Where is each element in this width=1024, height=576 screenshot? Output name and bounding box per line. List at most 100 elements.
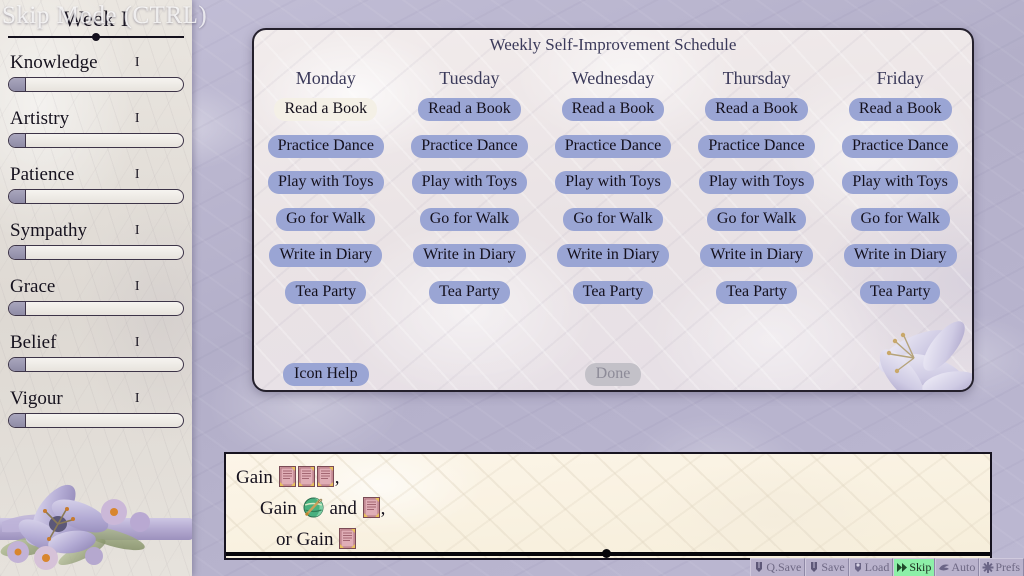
- stat-grace: Grace I: [8, 276, 184, 316]
- activity-button-tuesday-play-with-toys[interactable]: Play with Toys: [411, 171, 528, 194]
- quicksave-icon: [753, 561, 765, 574]
- stat-value: I: [134, 279, 140, 294]
- stat-progress-bar: [8, 413, 184, 428]
- day-header-tuesday: Tuesday: [439, 68, 500, 88]
- book-icon: [278, 466, 296, 487]
- footer-cell-3: [685, 363, 829, 386]
- dialogue-text-run: ,: [380, 498, 386, 519]
- quickmenu-auto-button[interactable]: Auto: [935, 558, 980, 576]
- schedule-panel: Weekly Self-Improvement Schedule Monday T…: [252, 28, 974, 392]
- activity-button-wednesday-write-in-diary[interactable]: Write in Diary: [556, 244, 670, 267]
- day-column-thursday: Read a Book Practice Dance Play with Toys G…: [685, 98, 829, 317]
- stat-progress-fill: [9, 190, 27, 203]
- stat-label: Vigour: [10, 388, 63, 409]
- palette-brush-icon: [303, 497, 324, 518]
- footer-cell-2: Done: [541, 363, 685, 386]
- stat-sympathy: Sympathy I: [8, 220, 184, 260]
- activity-button-wednesday-play-with-toys[interactable]: Play with Toys: [555, 171, 671, 194]
- stat-artistry: Artistry I: [8, 108, 184, 148]
- activity-button-tuesday-tea-party[interactable]: Tea Party: [429, 280, 510, 304]
- activity-button-monday-go-for-walk[interactable]: Go for Walk: [276, 207, 376, 231]
- activity-button-monday-practice-dance[interactable]: Practice Dance: [267, 134, 384, 158]
- activity-button-friday-write-in-diary[interactable]: Write in Diary: [843, 244, 957, 267]
- stat-progress-bar: [8, 77, 184, 92]
- activity-button-tuesday-practice-dance[interactable]: Practice Dance: [411, 134, 528, 158]
- footer-cell-1: [398, 363, 542, 386]
- activity-button-friday-play-with-toys[interactable]: Play with Toys: [842, 171, 958, 194]
- dialogue-text: Gain , Gain and , or Gain: [236, 462, 980, 555]
- quickmenu-qsave-button[interactable]: Q.Save: [750, 558, 806, 576]
- quickmenu-prefs-button[interactable]: Prefs: [979, 558, 1024, 576]
- activity-button-tuesday-read-a-book[interactable]: Read a Book: [418, 98, 521, 121]
- stat-progress-fill: [9, 246, 27, 259]
- book-icon: [297, 466, 315, 487]
- stat-value: I: [134, 335, 140, 350]
- stat-value: I: [134, 167, 140, 182]
- activity-button-friday-read-a-book[interactable]: Read a Book: [848, 98, 952, 121]
- icon-help-button[interactable]: Icon Help: [283, 363, 369, 386]
- stat-progress-bar: [8, 245, 184, 260]
- book-icon: [339, 528, 357, 549]
- stat-patience: Patience I: [8, 164, 184, 204]
- quickmenu-label: Auto: [951, 560, 976, 574]
- done-button: Done: [584, 363, 642, 386]
- activity-button-tuesday-go-for-walk[interactable]: Go for Walk: [419, 207, 520, 231]
- quickmenu-save-button[interactable]: Save: [805, 558, 849, 576]
- book-icon: [362, 497, 380, 518]
- quickmenu-label: Save: [821, 560, 845, 574]
- skip-icon: [896, 561, 908, 574]
- activity-button-friday-go-for-walk[interactable]: Go for Walk: [850, 207, 950, 231]
- dialogue-textbox[interactable]: Gain , Gain and , or Gain: [224, 452, 992, 560]
- activity-button-wednesday-tea-party[interactable]: Tea Party: [572, 280, 654, 304]
- stat-progress-bar: [8, 189, 184, 204]
- panel-title: Weekly Self-Improvement Schedule: [489, 35, 737, 54]
- stat-progress-fill: [9, 302, 27, 315]
- stat-progress-fill: [9, 358, 27, 371]
- stat-label: Artistry: [10, 108, 70, 129]
- stat-value: I: [134, 391, 140, 406]
- dialogue-text-run: and: [324, 498, 362, 519]
- activity-button-thursday-read-a-book[interactable]: Read a Book: [705, 98, 808, 121]
- quickmenu-load-button[interactable]: Load: [848, 558, 894, 576]
- day-column-wednesday: Read a Book Practice Dance Play with Toys G…: [541, 98, 685, 317]
- stat-label: Grace: [10, 276, 56, 297]
- activity-button-tuesday-write-in-diary[interactable]: Write in Diary: [413, 244, 526, 267]
- stat-progress-fill: [9, 414, 27, 427]
- activity-button-monday-play-with-toys[interactable]: Play with Toys: [268, 171, 384, 194]
- activity-button-wednesday-read-a-book[interactable]: Read a Book: [561, 98, 665, 121]
- stat-value: I: [134, 55, 140, 70]
- dialogue-text-run: ,: [334, 467, 340, 488]
- activity-button-monday-read-a-book[interactable]: Read a Book: [274, 98, 378, 121]
- stat-value: I: [134, 111, 140, 126]
- load-icon: [852, 561, 864, 574]
- stat-label: Belief: [10, 332, 57, 353]
- textbox-bottom-bar: [226, 549, 990, 558]
- footer-cell-0: Icon Help: [254, 363, 398, 386]
- stat-knowledge: Knowledge I: [8, 52, 184, 92]
- stat-progress-bar: [8, 357, 184, 372]
- stat-vigour: Vigour I: [8, 388, 184, 428]
- activity-grid: Read a Book Practice Dance Play with Toys G…: [254, 98, 972, 317]
- dialogue-text-run: Gain: [236, 467, 278, 488]
- activity-button-friday-practice-dance[interactable]: Practice Dance: [841, 134, 959, 158]
- activity-button-wednesday-practice-dance[interactable]: Practice Dance: [554, 134, 672, 158]
- activity-button-thursday-write-in-diary[interactable]: Write in Diary: [700, 244, 813, 267]
- dialogue-line-0: Gain ,: [236, 462, 980, 493]
- dialogue-text-run: or Gain: [276, 529, 339, 550]
- activity-button-friday-tea-party[interactable]: Tea Party: [859, 280, 941, 304]
- activity-button-monday-write-in-diary[interactable]: Write in Diary: [269, 244, 383, 267]
- activity-button-thursday-play-with-toys[interactable]: Play with Toys: [698, 171, 815, 194]
- day-header-thursday: Thursday: [722, 68, 791, 88]
- activity-button-thursday-practice-dance[interactable]: Practice Dance: [698, 134, 815, 158]
- auto-icon: [938, 561, 950, 574]
- activity-button-thursday-tea-party[interactable]: Tea Party: [716, 280, 797, 304]
- save-icon: [808, 561, 820, 574]
- activity-button-monday-tea-party[interactable]: Tea Party: [285, 280, 367, 304]
- lily-bouquet-decoration: [0, 484, 192, 570]
- activity-button-wednesday-go-for-walk[interactable]: Go for Walk: [563, 207, 663, 231]
- book-icon: [316, 466, 334, 487]
- activity-button-thursday-go-for-walk[interactable]: Go for Walk: [706, 207, 807, 231]
- sidebar-divider: [8, 33, 184, 41]
- day-headers-row: Monday Tuesday Wednesday Thursday Friday: [254, 68, 972, 89]
- quickmenu-skip-button[interactable]: Skip: [893, 558, 936, 576]
